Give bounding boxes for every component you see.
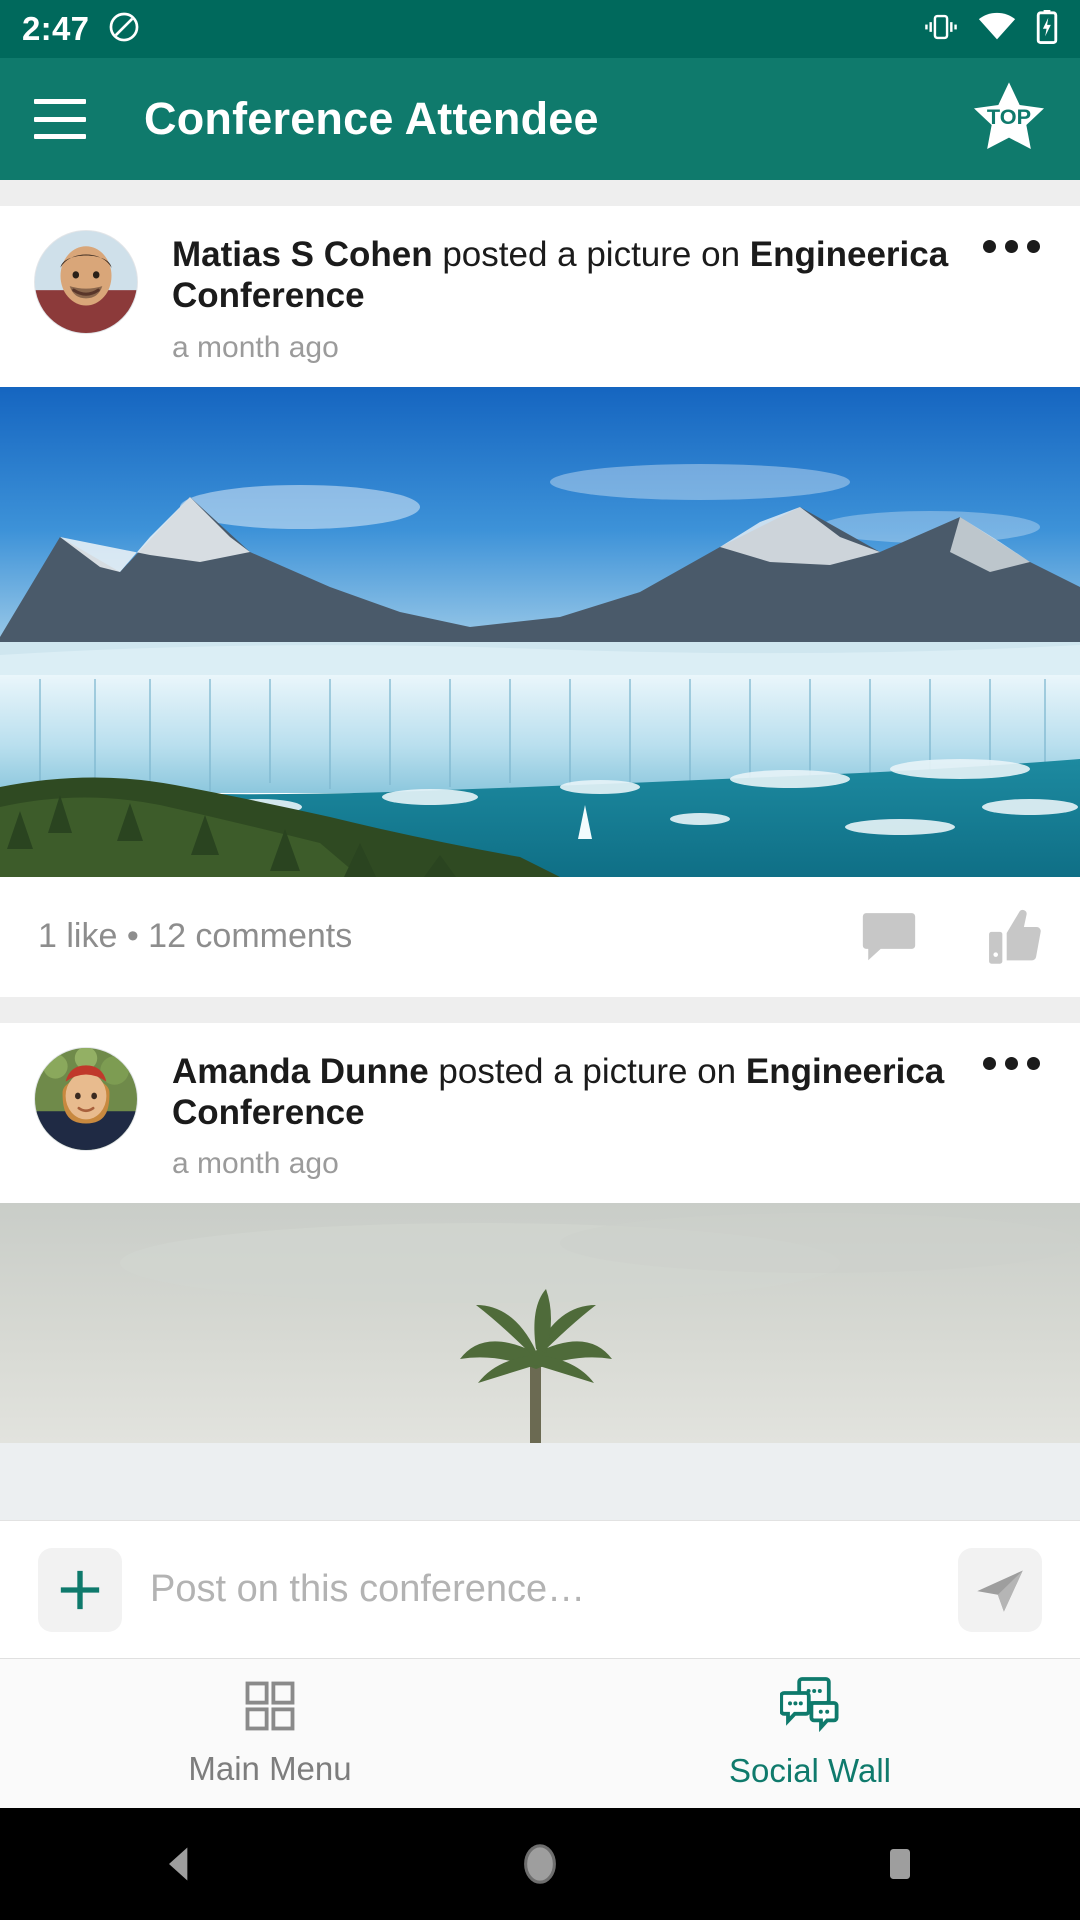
post-author[interactable]: Amanda Dunne bbox=[172, 1052, 429, 1091]
tab-label-main-menu: Main Menu bbox=[188, 1750, 352, 1787]
post-overflow-menu-icon[interactable] bbox=[976, 1047, 1046, 1070]
post-input[interactable] bbox=[150, 1568, 930, 1611]
recents-square-icon[interactable] bbox=[840, 1808, 960, 1920]
tab-label-social-wall: Social Wall bbox=[729, 1752, 891, 1789]
svg-text:TOP: TOP bbox=[987, 104, 1031, 129]
post-image-glacier[interactable] bbox=[0, 386, 1080, 877]
avatar-matias-s-cohen[interactable] bbox=[34, 230, 138, 334]
chat-bubbles-icon bbox=[779, 1677, 840, 1740]
feed-post-separator bbox=[0, 996, 1080, 1023]
app-root: 2:47 Conference Attendee TOP Matias S Co… bbox=[0, 0, 1080, 1920]
feed-top-spacer bbox=[0, 180, 1080, 206]
plus-icon[interactable] bbox=[38, 1547, 122, 1632]
post-title: Matias S Cohen posted a picture on Engin… bbox=[172, 234, 976, 317]
home-circle-icon[interactable] bbox=[480, 1808, 600, 1920]
post-header-text: Amanda Dunne posted a picture on Enginee… bbox=[172, 1047, 976, 1182]
bottom-tab-bar: Main Menu Social Wall bbox=[0, 1658, 1080, 1808]
post-action: posted a picture on bbox=[432, 235, 750, 274]
tab-main-menu[interactable]: Main Menu bbox=[0, 1679, 540, 1788]
comment-bubble-icon[interactable] bbox=[862, 911, 916, 963]
page-title: Conference Attendee bbox=[144, 93, 599, 144]
back-triangle-icon[interactable] bbox=[120, 1808, 240, 1920]
grid-apps-icon bbox=[243, 1679, 297, 1738]
send-paper-plane-icon[interactable] bbox=[958, 1547, 1042, 1632]
post-timestamp: a month ago bbox=[172, 330, 339, 364]
vibrate-icon bbox=[924, 12, 958, 47]
thumbs-up-icon[interactable] bbox=[988, 909, 1042, 965]
wifi-icon bbox=[978, 12, 1016, 47]
app-bar: Conference Attendee TOP bbox=[0, 58, 1080, 180]
post-stats-text: 1 like • 12 comments bbox=[38, 917, 353, 956]
tab-social-wall[interactable]: Social Wall bbox=[540, 1677, 1080, 1790]
post-actions bbox=[862, 909, 1042, 965]
do-not-disturb-icon bbox=[107, 10, 141, 49]
post-image-beach-palm[interactable] bbox=[0, 1203, 1080, 1444]
post-header: Amanda Dunne posted a picture on Enginee… bbox=[0, 1023, 1080, 1204]
battery-charging-icon bbox=[1036, 9, 1058, 49]
post-card: Matias S Cohen posted a picture on Engin… bbox=[0, 206, 1080, 997]
post-author[interactable]: Matias S Cohen bbox=[172, 235, 433, 274]
post-stats-bar: 1 like • 12 comments bbox=[0, 877, 1080, 997]
post-card: Amanda Dunne posted a picture on Enginee… bbox=[0, 1022, 1080, 1444]
hamburger-menu-icon[interactable] bbox=[34, 99, 86, 139]
status-bar: 2:47 bbox=[0, 0, 1080, 58]
status-left-icons bbox=[107, 10, 141, 49]
top-star-badge-icon[interactable]: TOP bbox=[972, 79, 1046, 159]
post-overflow-menu-icon[interactable] bbox=[976, 230, 1046, 253]
status-clock: 2:47 bbox=[22, 10, 90, 47]
post-timestamp: a month ago bbox=[172, 1147, 339, 1181]
status-right-icons bbox=[924, 9, 1058, 49]
avatar-amanda-dunne[interactable] bbox=[34, 1046, 138, 1151]
system-navigation-bar bbox=[0, 1808, 1080, 1920]
post-header-text: Matias S Cohen posted a picture on Engin… bbox=[172, 230, 976, 365]
post-action: posted a picture on bbox=[428, 1051, 746, 1091]
post-title: Amanda Dunne posted a picture on Enginee… bbox=[172, 1051, 976, 1134]
social-wall-feed[interactable]: Matias S Cohen posted a picture on Engin… bbox=[0, 180, 1080, 1520]
post-header: Matias S Cohen posted a picture on Engin… bbox=[0, 206, 1080, 387]
post-composer bbox=[0, 1520, 1080, 1658]
